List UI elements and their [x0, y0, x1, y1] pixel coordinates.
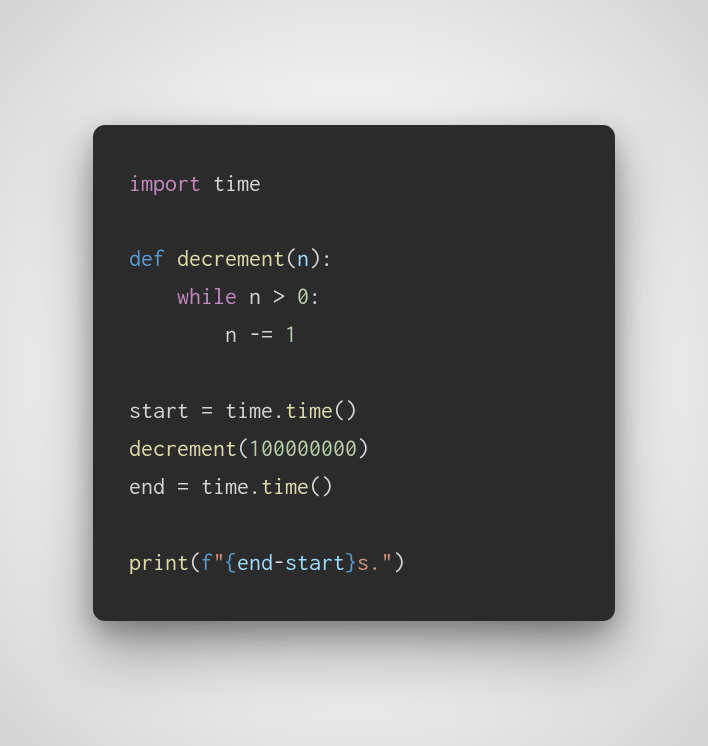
param-n: n — [297, 245, 309, 271]
paren-close: ) — [309, 245, 321, 271]
quote-open: " — [213, 549, 225, 575]
quote-close: " — [381, 549, 393, 575]
time-call: time — [285, 397, 333, 423]
code-card: import time def decrement(n): while n > … — [93, 125, 615, 622]
paren-close: ) — [357, 435, 369, 461]
decrement-call: decrement — [129, 435, 237, 461]
time-module: time — [189, 473, 249, 499]
op-gt: > — [273, 283, 285, 309]
indent — [129, 283, 177, 309]
brace-close: } — [345, 549, 357, 575]
parens: () — [333, 397, 357, 423]
colon: : — [321, 245, 333, 271]
keyword-def: def — [129, 245, 165, 271]
function-name: decrement — [177, 245, 285, 271]
print-call: print — [129, 549, 189, 575]
indent-var: n — [129, 321, 249, 347]
module-name: time — [201, 170, 261, 196]
paren-open: ( — [237, 435, 249, 461]
paren-open: ( — [285, 245, 297, 271]
code-block: import time def decrement(n): while n > … — [129, 165, 579, 582]
num-zero: 0 — [297, 283, 309, 309]
time-call: time — [261, 473, 309, 499]
str-suffix: s. — [357, 549, 381, 575]
colon: : — [309, 283, 321, 309]
keyword-import: import — [129, 170, 201, 196]
var-end: end — [237, 549, 273, 575]
keyword-while: while — [177, 283, 237, 309]
var-start: start — [129, 397, 201, 423]
op-minus-eq: -= — [249, 321, 273, 347]
space — [273, 321, 285, 347]
paren-close: ) — [393, 549, 405, 575]
dot: . — [273, 397, 285, 423]
op-minus: - — [273, 549, 285, 575]
var-end: end — [129, 473, 177, 499]
time-module: time — [213, 397, 273, 423]
space — [285, 283, 297, 309]
op-eq: = — [201, 397, 213, 423]
paren-open: ( — [189, 549, 201, 575]
brace-open: { — [225, 549, 237, 575]
fstring-prefix: f — [201, 549, 213, 575]
num-one: 1 — [285, 321, 297, 347]
num-large: 100000000 — [249, 435, 357, 461]
parens: () — [309, 473, 333, 499]
dot: . — [249, 473, 261, 499]
op-eq: = — [177, 473, 189, 499]
var-n: n — [237, 283, 273, 309]
var-start: start — [285, 549, 345, 575]
space — [165, 245, 177, 271]
